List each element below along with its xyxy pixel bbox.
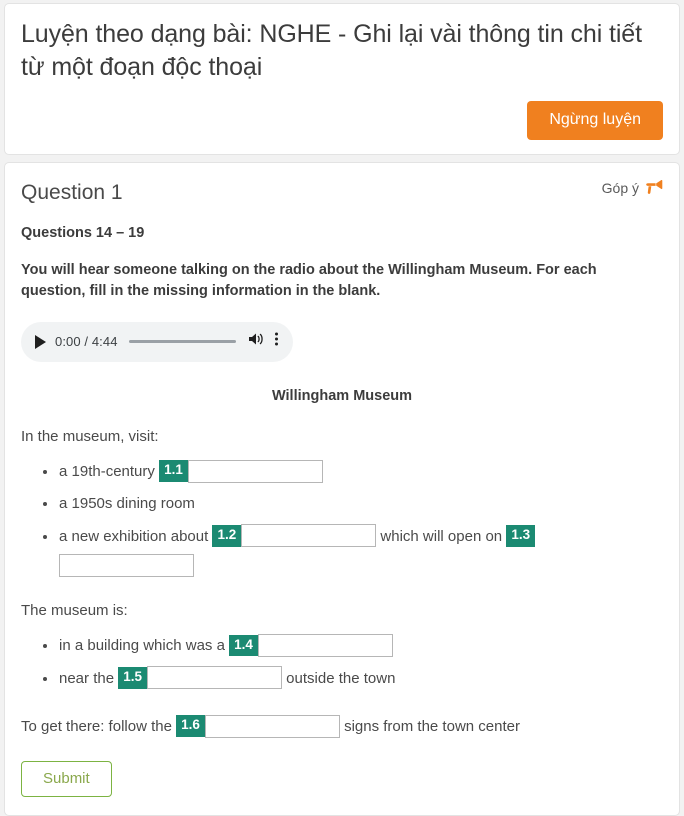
lesson-header-card: Luyện theo dạng bài: NGHE - Ghi lại vài … [4, 3, 680, 155]
page-container: Luyện theo dạng bài: NGHE - Ghi lại vài … [0, 0, 684, 816]
passage-museum-line: The museum is: [21, 601, 128, 619]
feedback-label: Góp ý [601, 180, 639, 196]
volume-icon[interactable] [247, 331, 265, 352]
bullet-text-after: outside the town [286, 669, 396, 687]
audio-player[interactable]: 0:00 / 4:44 [21, 321, 293, 362]
blank-input-1-2[interactable] [241, 524, 377, 548]
blank-badge: 1.2 [212, 524, 242, 547]
question-header: Question 1 Góp ý [21, 177, 663, 205]
page-title: Luyện theo dạng bài: NGHE - Ghi lại vài … [21, 20, 642, 82]
blank-badge: 1.4 [229, 634, 258, 657]
blank-badge: 1.5 [118, 666, 147, 689]
stop-practice-button[interactable]: Ngừng luyện [527, 100, 663, 140]
question-instructions: You will hear someone talking on the rad… [21, 261, 597, 299]
bullet-text-middle: which will open on [380, 527, 503, 545]
questions-range: Questions 14 – 19 [21, 224, 145, 241]
list-item: a 1950s dining room [43, 488, 663, 520]
blank-input-1-3[interactable] [59, 553, 194, 577]
blank-badge: 1.3 [506, 524, 536, 547]
passage-title: Willingham Museum [271, 387, 413, 404]
bullet-text: near the [59, 669, 115, 687]
directions-text-after: signs from the town center [344, 717, 520, 735]
submit-button[interactable]: Submit [21, 760, 112, 797]
directions-line: To get there: follow the 1.6 signs from … [21, 714, 663, 739]
blank-badge: 1.1 [159, 460, 188, 483]
bullet-text: a new exhibition about [59, 527, 209, 545]
more-options-icon[interactable] [274, 331, 279, 352]
header-actions: Ngừng luyện [21, 100, 663, 140]
blank-input-1-4[interactable] [257, 634, 393, 657]
visit-bullet-list: a 19th-century 1.1 a 1950s dining room a… [21, 456, 663, 578]
audio-progress-bar[interactable] [128, 340, 236, 344]
list-item: near the 1.5 outside the town [43, 663, 663, 695]
play-icon[interactable] [35, 334, 46, 349]
blank-badge: 1.6 [176, 715, 205, 737]
audio-time-display: 0:00 / 4:44 [55, 334, 118, 350]
bullet-text: in a building which was a [59, 637, 225, 655]
blank-input-1-6[interactable] [204, 714, 340, 738]
submit-row: Submit [21, 760, 663, 797]
directions-text-before: To get there: follow the [21, 717, 172, 735]
passage-intro-line: In the museum, visit: [21, 427, 159, 445]
list-item: a new exhibition about 1.2 which will op… [43, 521, 663, 578]
question-title: Question 1 [21, 180, 123, 204]
megaphone-icon [645, 179, 663, 198]
bullet-text: a 19th-century [59, 463, 155, 481]
blank-input-1-5[interactable] [147, 666, 282, 690]
feedback-button[interactable]: Góp ý [602, 177, 663, 198]
bullet-text: a 1950s dining room [59, 495, 195, 513]
museum-bullet-list: in a building which was a 1.4 near the 1… [21, 630, 663, 695]
question-card: Question 1 Góp ý Questions 14 – 19 You w… [4, 161, 680, 816]
blank-input-1-1[interactable] [187, 459, 323, 483]
list-item: a 19th-century 1.1 [43, 456, 663, 488]
list-item: in a building which was a 1.4 [43, 630, 663, 662]
